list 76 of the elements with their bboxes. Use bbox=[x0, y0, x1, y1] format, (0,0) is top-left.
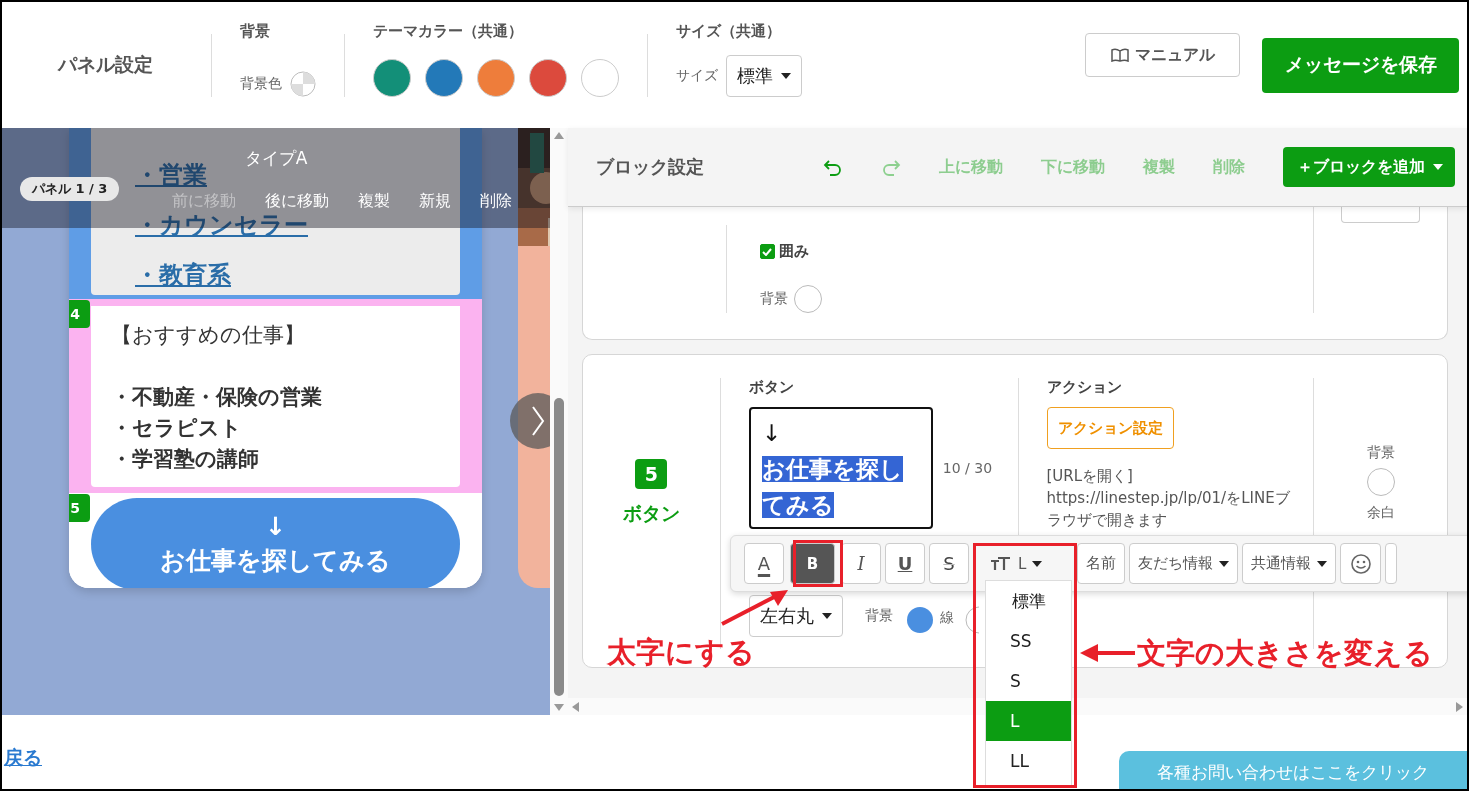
color-swatch[interactable] bbox=[581, 58, 619, 97]
highlight-frame bbox=[793, 540, 843, 587]
action-heading: アクション bbox=[1046, 378, 1123, 397]
underline-button[interactable]: U bbox=[885, 543, 925, 584]
button-text-editor[interactable]: ↓ お仕事を探してみる bbox=[748, 407, 933, 529]
background-label: 背景 bbox=[1366, 444, 1395, 462]
block-number-badge: 4 bbox=[69, 300, 90, 328]
color-button[interactable]: A bbox=[744, 543, 784, 584]
background-color-label: 背景色 bbox=[240, 74, 282, 93]
panel-action[interactable]: 後に移動 bbox=[265, 191, 329, 212]
color-swatch[interactable] bbox=[373, 58, 411, 97]
background-label: 背景 bbox=[759, 290, 788, 308]
search-jobs-button[interactable]: ↓ お仕事を探してみる bbox=[91, 498, 460, 588]
color-swatch[interactable] bbox=[425, 58, 463, 97]
scroll-left-icon[interactable] bbox=[572, 701, 579, 712]
insert-name-button[interactable]: 名前 bbox=[1077, 543, 1126, 584]
link[interactable]: ・教育系 bbox=[135, 261, 231, 289]
size-option[interactable]: L bbox=[986, 701, 1071, 741]
block-type-label: ボタン bbox=[622, 500, 680, 526]
section-heading: 背景 bbox=[240, 21, 271, 41]
panel-settings-title: パネル設定 bbox=[58, 52, 154, 77]
block-settings-title: ブロック設定 bbox=[596, 155, 704, 179]
list-item: ・セラピスト bbox=[111, 415, 243, 442]
add-block-button[interactable]: ＋ブロックを追加 bbox=[1283, 147, 1455, 187]
scrollbar-thumb[interactable] bbox=[554, 398, 564, 696]
background-color-picker[interactable] bbox=[1366, 468, 1395, 496]
annotation-arrow bbox=[1080, 643, 1135, 663]
italic-button[interactable]: I bbox=[841, 543, 881, 584]
panel-action[interactable]: 複製 bbox=[358, 191, 390, 212]
scroll-down-icon[interactable] bbox=[554, 704, 564, 711]
section-heading: テーマカラー（共通） bbox=[373, 21, 524, 41]
emoji-button[interactable] bbox=[1340, 543, 1382, 584]
block-number-badge: 5 bbox=[69, 494, 90, 522]
character-counter: 10 / 30 bbox=[942, 460, 993, 476]
panel-action[interactable]: 削除 bbox=[480, 191, 512, 212]
manual-button[interactable]: マニュアル bbox=[1085, 33, 1240, 77]
save-message-button[interactable]: メッセージを保存 bbox=[1262, 37, 1459, 93]
color-swatch[interactable] bbox=[477, 58, 515, 97]
back-link[interactable]: 戻る bbox=[4, 745, 42, 771]
panel-counter: パネル 1 / 3 bbox=[20, 177, 120, 201]
bold-button[interactable]: B bbox=[790, 543, 835, 584]
action-description: [URLを開く] https://linestep.jp/lp/01/をLINEブラウザで開きます bbox=[1046, 466, 1291, 531]
button-color-dot[interactable] bbox=[906, 606, 934, 634]
line-color-picker[interactable] bbox=[965, 606, 979, 634]
size-select[interactable]: 標準 bbox=[726, 54, 802, 97]
scroll-up-icon[interactable] bbox=[554, 132, 564, 139]
list-item: ・不動産・保険の営業 bbox=[111, 384, 323, 411]
section-heading: サイズ（共通） bbox=[676, 21, 782, 41]
color-swatch[interactable] bbox=[529, 58, 567, 97]
link[interactable]: ・営業 bbox=[135, 161, 207, 189]
block-number-badge: 5 bbox=[635, 458, 668, 489]
size-label: サイズ bbox=[676, 66, 718, 85]
book-icon bbox=[1110, 48, 1129, 62]
frame-checkbox[interactable] bbox=[759, 244, 775, 259]
margin-label: 余白 bbox=[1366, 504, 1395, 522]
annotation-text: 太字にする bbox=[607, 634, 755, 671]
list-item: ・学習塾の講師 bbox=[111, 446, 260, 473]
scroll-right-icon[interactable] bbox=[1456, 701, 1463, 712]
button-text-heading: ボタン bbox=[748, 378, 795, 397]
smiley-icon bbox=[1349, 552, 1372, 575]
annotation-text: 文字の大きさを変える bbox=[1137, 635, 1433, 672]
panel-action[interactable]: 新規 bbox=[419, 191, 451, 212]
insert-dropdown[interactable]: 共通情報 bbox=[1242, 543, 1337, 584]
line-label: 線 bbox=[940, 609, 954, 627]
transparent-color-icon[interactable] bbox=[290, 70, 316, 97]
chevron-right-icon bbox=[531, 405, 545, 437]
panel-type-title: タイプA bbox=[243, 147, 309, 170]
shape-select[interactable]: 左右丸 bbox=[748, 595, 843, 637]
insert-dropdown[interactable]: 友だち情報 bbox=[1129, 543, 1239, 584]
frame-label: 囲み bbox=[778, 242, 809, 261]
next-panel-button[interactable] bbox=[510, 393, 550, 449]
background-color-picker[interactable] bbox=[793, 285, 822, 313]
undo-icon[interactable] bbox=[823, 157, 843, 177]
text-heading: 【おすすめの仕事】 bbox=[111, 322, 306, 349]
background-label: 背景 bbox=[864, 607, 893, 625]
text-size-icon bbox=[990, 556, 1012, 571]
